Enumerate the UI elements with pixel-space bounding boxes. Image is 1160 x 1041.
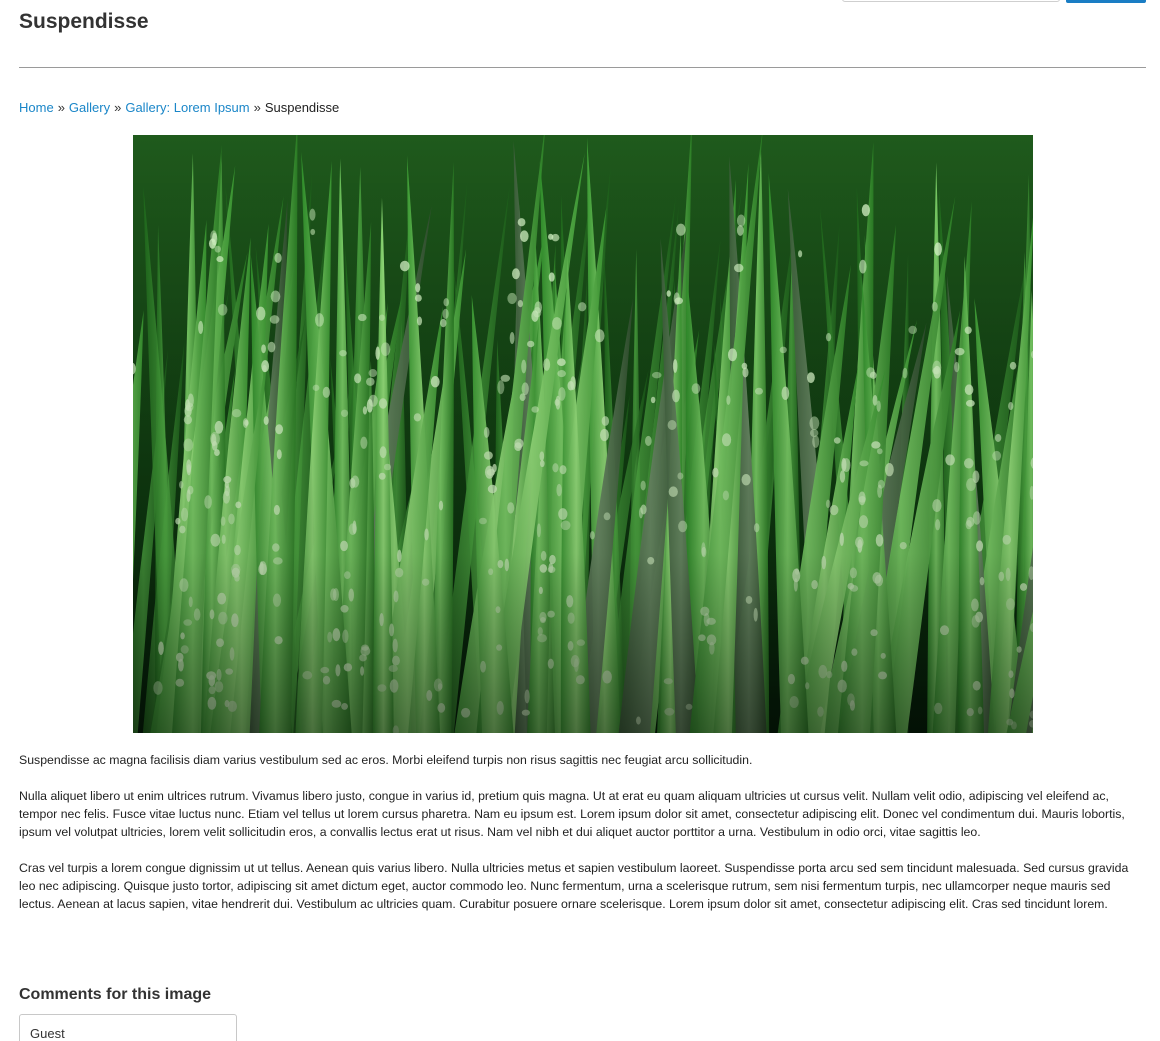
search-button[interactable]	[1066, 0, 1146, 3]
comment-name-field[interactable]	[19, 1014, 237, 1041]
comments-heading: Comments for this image	[19, 986, 212, 1003]
title-divider	[19, 67, 1146, 68]
breadcrumb: Home» Gallery» Gallery: Lorem Ipsum» Suspen…	[19, 99, 339, 116]
breadcrumb-separator: »	[57, 100, 65, 115]
description-paragraph: Cras vel turpis a lorem congue dignissim…	[19, 861, 1129, 911]
page-title: Suspendisse	[19, 10, 149, 33]
breadcrumb-gallery-link[interactable]: Gallery	[69, 100, 110, 115]
page: Suspendisse Home» Gallery» Gallery: Lorem …	[0, 0, 1160, 1041]
breadcrumb-current: Suspendisse	[264, 100, 340, 115]
description-paragraph: Suspendisse ac magna facilisis diam vari…	[19, 753, 753, 767]
search-input[interactable]	[842, 0, 1060, 2]
breadcrumb-gallery-lorem-ipsum-link[interactable]: Gallery: Lorem Ipsum	[125, 100, 249, 115]
gallery-image[interactable]	[133, 135, 1033, 733]
description-paragraph: Nulla aliquet libero ut enim ultrices ru…	[19, 789, 1125, 839]
grass-photo	[133, 135, 1033, 733]
breadcrumb-separator: »	[253, 100, 261, 115]
image-description: Suspendisse ac magna facilisis diam vari…	[19, 751, 1147, 931]
breadcrumb-separator: »	[114, 100, 122, 115]
breadcrumb-home-link[interactable]: Home	[19, 100, 54, 115]
